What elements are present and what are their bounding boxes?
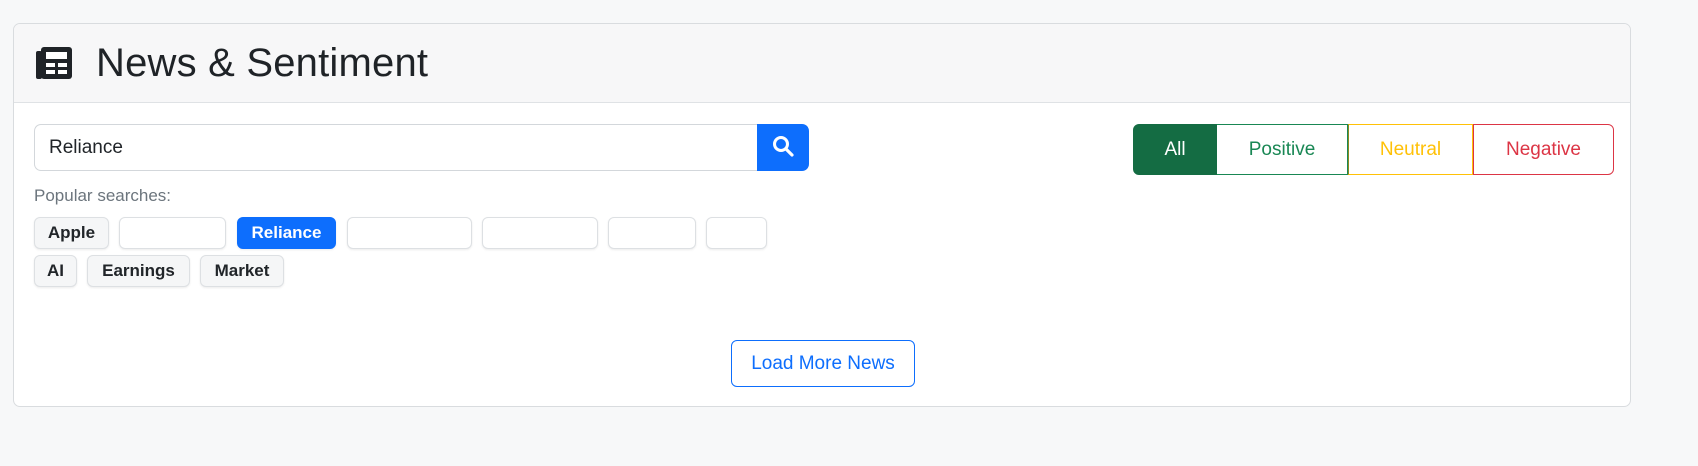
load-more-button[interactable]: Load More News [731,340,915,387]
chip-empty[interactable] [482,217,598,249]
search-input[interactable] [34,124,757,171]
filter-all-button[interactable]: All [1133,124,1217,175]
popular-searches-label: Popular searches: [34,186,172,205]
chip-reliance[interactable]: Reliance [237,217,336,249]
chip-market[interactable]: Market [200,255,284,287]
sentiment-filter-group: All Positive Neutral Negative [1133,124,1614,175]
card-header: News & Sentiment [14,24,1630,103]
newspaper-icon [34,45,74,81]
filter-neutral-button[interactable]: Neutral [1348,124,1473,175]
news-sentiment-card: News & Sentiment Popular searches: Apple… [13,23,1631,407]
chip-ai[interactable]: AI [34,255,77,287]
search-button[interactable] [757,124,809,171]
search-icon [772,135,794,160]
chip-empty[interactable] [119,217,226,249]
filter-positive-button[interactable]: Positive [1217,124,1348,175]
chip-empty[interactable] [706,217,767,249]
chip-earnings[interactable]: Earnings [87,255,190,287]
page-title: News & Sentiment [96,40,429,85]
chip-apple[interactable]: Apple [34,217,109,249]
filter-negative-button[interactable]: Negative [1473,124,1614,175]
chip-empty[interactable] [347,217,472,249]
search-group [34,124,809,171]
chip-empty[interactable] [608,217,696,249]
